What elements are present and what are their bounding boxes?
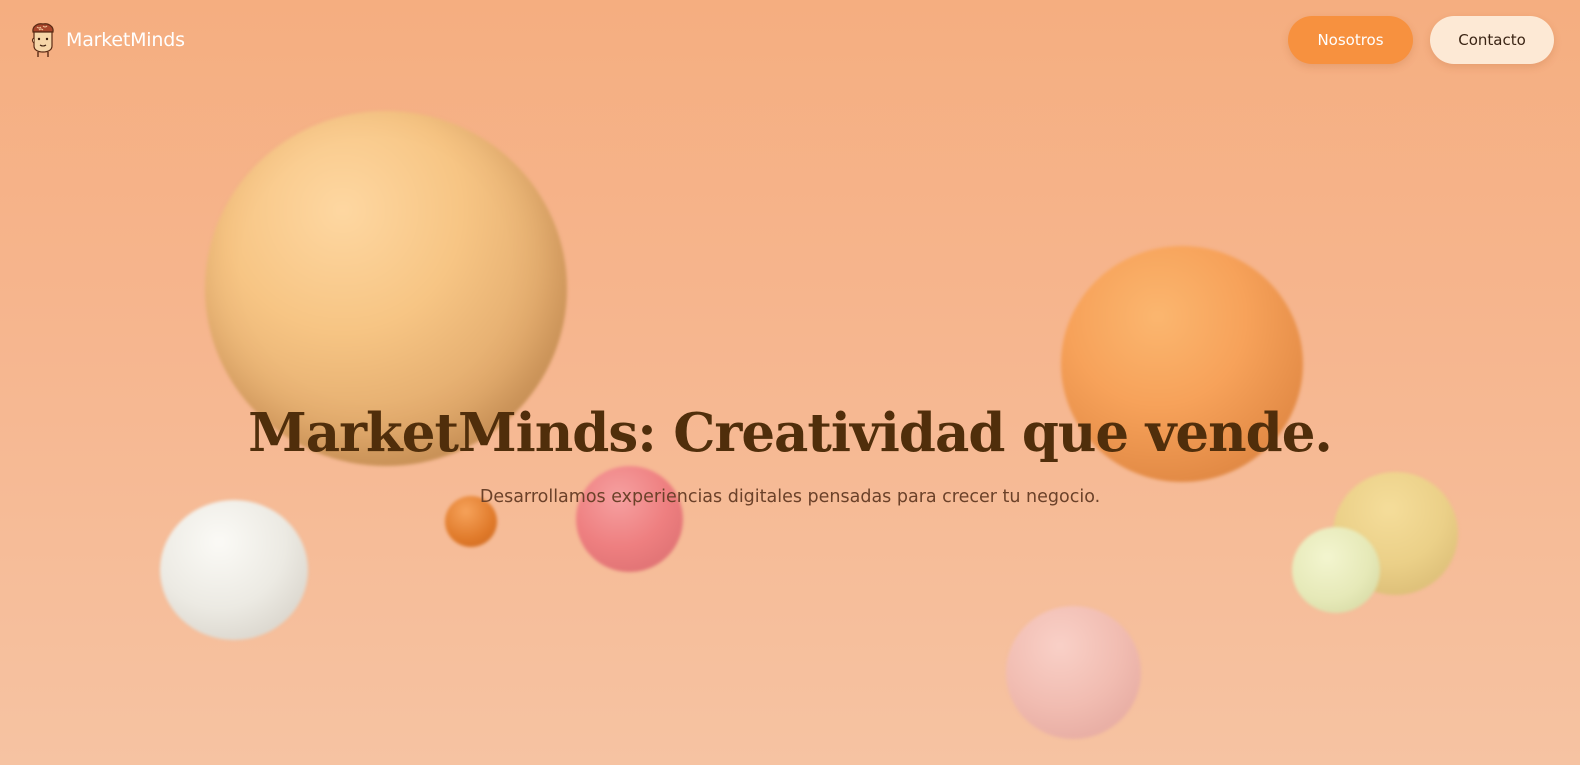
hero-section: MarketMinds: Creatividad que vende. Desa… [0,0,1580,765]
hero-subtitle: Desarrollamos experiencias digitales pen… [479,487,1101,507]
hero-title: MarketMinds: Creatividad que vende. [248,402,1333,464]
